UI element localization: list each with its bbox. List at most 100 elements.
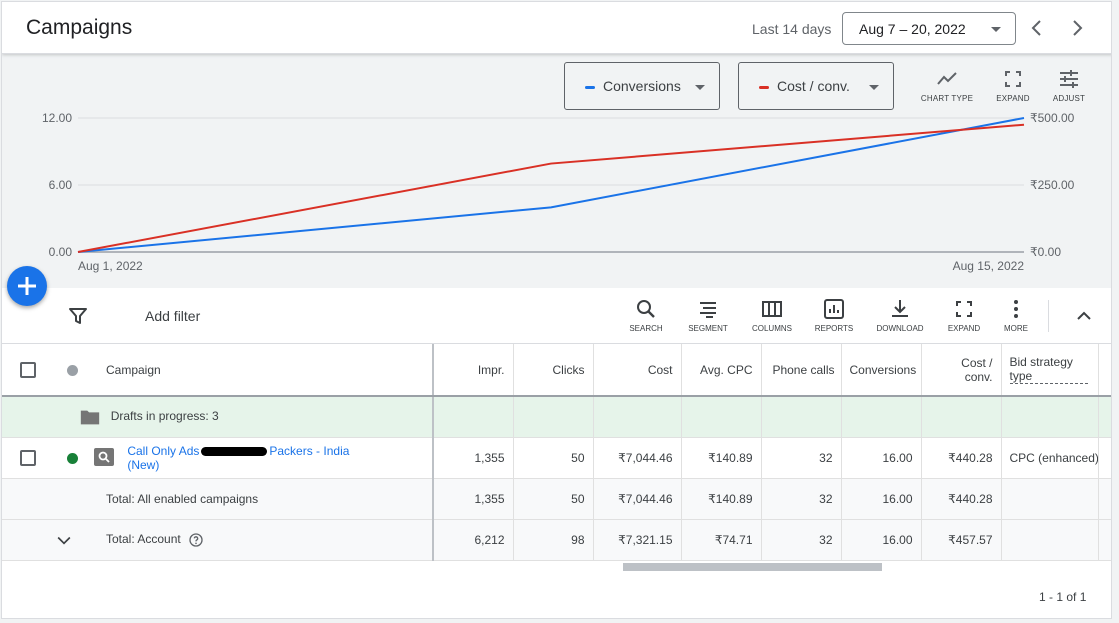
drafts-label: Drafts in progress: 3 [110, 408, 219, 423]
reports-label: REPORTS [814, 324, 854, 333]
plus-icon [18, 277, 36, 295]
metric-selector-conversions[interactable]: Conversions [564, 62, 720, 110]
empty-cell [593, 396, 682, 438]
overflow-column-header [1098, 344, 1111, 397]
cost-per-conv-cell: ₹457.57 [921, 519, 1002, 561]
chart-adjust-button[interactable]: ADJUST [1047, 67, 1091, 103]
chevron-down-icon [869, 85, 879, 90]
campaigns-card: Campaigns Last 14 days Aug 7 – 20, 2022 … [1, 1, 1112, 619]
page-title: Campaigns [26, 16, 133, 39]
segment-icon [700, 302, 716, 318]
total-account-expand-cell [2, 519, 90, 561]
empty-cell [841, 396, 922, 438]
bid-strategy-cell[interactable]: CPC (enhanced) [1001, 437, 1099, 479]
y-left-tick-label: 12.00 [42, 111, 72, 125]
tune-icon [1060, 70, 1078, 88]
impr-cell: 6,212 [433, 519, 514, 561]
avg-cpc-cell: ₹140.89 [681, 437, 762, 479]
performance-chart-area: 0.00 ₹0.00 6.00 ₹250.00 12.00 ₹500.00 Aug 1, 2… [2, 54, 1111, 288]
select-all-checkbox[interactable] [20, 361, 36, 378]
search-button[interactable]: SEARCH [618, 297, 674, 333]
select-all-cell [2, 344, 54, 397]
avg-cpc-cell: ₹140.89 [681, 478, 762, 520]
conversions-cell: 16.00 [841, 478, 922, 520]
collapse-chart-button[interactable] [1072, 304, 1096, 328]
cost-conv-header-line2: conv. [964, 369, 993, 384]
campaign-new-tag[interactable]: (New) [127, 458, 159, 472]
columns-button[interactable]: COLUMNS [744, 297, 800, 333]
cost-column-header[interactable]: Cost [593, 344, 682, 397]
impr-column-header[interactable]: Impr. [433, 344, 514, 397]
empty-cell [1098, 519, 1111, 561]
metric-selector-cost-per-conv[interactable]: Cost / conv. [738, 62, 894, 110]
chevron-down-icon [695, 85, 705, 90]
phone-calls-cell: 32 [761, 478, 842, 520]
clicks-column-header[interactable]: Clicks [513, 344, 594, 397]
total-enabled-label: Total: All enabled campaigns [90, 478, 434, 520]
download-label: DOWNLOAD [876, 324, 924, 333]
more-button[interactable]: MORE [988, 297, 1044, 333]
clicks-cell: 50 [513, 437, 594, 479]
columns-label: COLUMNS [751, 324, 792, 333]
drafts-cell: Drafts in progress: 3 [54, 396, 434, 438]
chart-type-label: CHART TYPE [920, 94, 974, 103]
empty-cell [921, 396, 1002, 438]
empty-cell [681, 396, 762, 438]
row-select-cell [2, 437, 54, 479]
date-range-picker[interactable]: Aug 7 – 20, 2022 [842, 12, 1016, 45]
enabled-status-icon[interactable] [66, 452, 78, 464]
horizontal-scrollbar[interactable] [623, 563, 882, 571]
empty-cell [1098, 437, 1111, 479]
conversions-column-header[interactable]: Conversions [841, 344, 922, 397]
chart-expand-button[interactable]: EXPAND [990, 67, 1036, 103]
status-dot-icon[interactable] [66, 364, 78, 376]
empty-cell [1098, 478, 1111, 520]
campaign-column-header[interactable]: Campaign [90, 344, 434, 397]
next-period-button[interactable] [1065, 16, 1089, 40]
y-right-tick-label: ₹250.00 [1030, 178, 1075, 192]
total-account-label: Total: Account [106, 531, 181, 546]
download-button[interactable]: DOWNLOAD [872, 297, 928, 333]
create-campaign-button[interactable] [7, 266, 47, 306]
empty-cell [513, 396, 594, 438]
download-icon [892, 300, 908, 317]
phone-calls-column-header[interactable]: Phone calls [761, 344, 842, 397]
y-left-tick-label: 6.00 [49, 178, 73, 192]
reports-button[interactable]: REPORTS [806, 297, 862, 333]
metric-label: Conversions [603, 78, 681, 94]
avg-cpc-column-header[interactable]: Avg. CPC [681, 344, 762, 397]
empty-cell [1001, 396, 1099, 438]
phone-calls-cell: 32 [761, 437, 842, 479]
cost-per-conv-cell: ₹440.28 [921, 437, 1002, 479]
previous-period-button[interactable] [1025, 16, 1049, 40]
cost-per-conv-column-header[interactable]: Cost / conv. [921, 344, 1002, 397]
more-label: MORE [1004, 324, 1028, 333]
campaign-name-link[interactable]: Call Only Ads Packers - India [127, 444, 349, 458]
chevron-down-icon[interactable] [54, 530, 74, 550]
total-account-row: Total: Account 6,212 98 ₹7,321.15 ₹74.71… [2, 519, 1111, 561]
clicks-cell: 50 [513, 478, 594, 520]
status-header [54, 344, 90, 397]
impr-cell: 1,355 [433, 478, 514, 520]
avg-cpc-cell: ₹74.71 [681, 519, 762, 561]
chevron-down-icon [991, 27, 1001, 32]
drafts-row[interactable]: Drafts in progress: 3 [2, 396, 1111, 438]
page-header: Campaigns Last 14 days Aug 7 – 20, 2022 [2, 2, 1111, 54]
campaigns-table: Campaign Impr. Clicks Cost Avg. CPC Phon… [2, 344, 1111, 561]
empty-cell [1001, 519, 1099, 561]
row-checkbox[interactable] [20, 449, 36, 466]
bid-strategy-column-header[interactable]: Bid strategy type [1001, 344, 1099, 397]
campaign-name-cell: Call Only Ads Packers - India (New) [90, 437, 434, 479]
filter-icon[interactable] [66, 304, 90, 328]
empty-cell [1098, 396, 1111, 438]
expand-icon [956, 301, 972, 317]
y-right-tick-label: ₹0.00 [1030, 245, 1061, 259]
help-icon[interactable] [188, 532, 204, 548]
folder-icon [81, 410, 100, 425]
segment-button[interactable]: SEGMENT [680, 297, 736, 333]
table-expand-button[interactable]: EXPAND [936, 297, 992, 333]
empty-cell [54, 478, 90, 520]
total-enabled-row: Total: All enabled campaigns 1,355 50 ₹7… [2, 478, 1111, 520]
chart-type-button[interactable]: CHART TYPE [918, 67, 976, 103]
add-filter-input[interactable]: Add filter [145, 308, 200, 324]
